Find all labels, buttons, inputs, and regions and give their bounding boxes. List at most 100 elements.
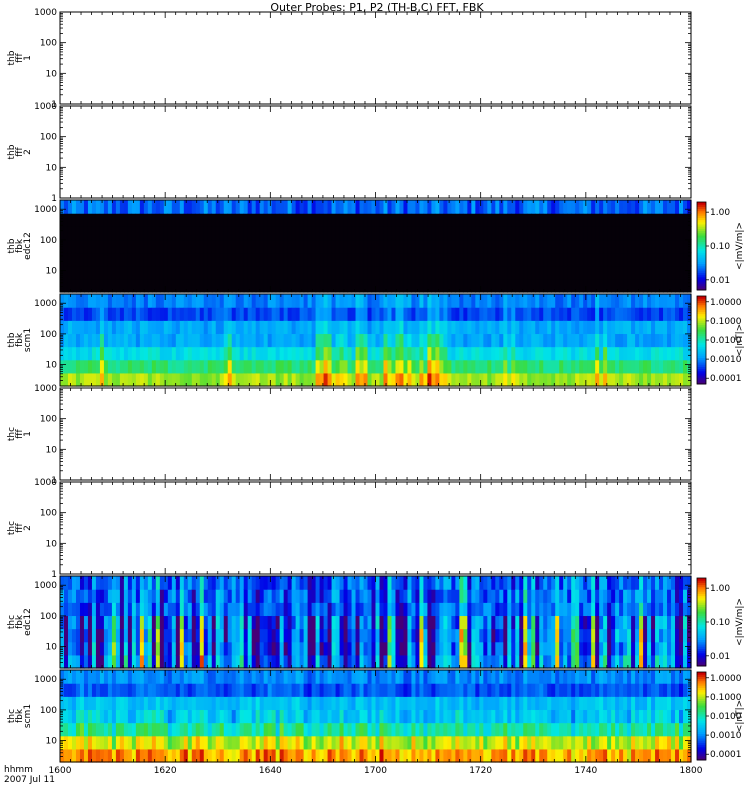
spectrogram-cell	[175, 294, 181, 308]
spectrogram-cell	[655, 602, 660, 617]
spectrogram-cell	[599, 265, 604, 280]
spectrogram-cell	[291, 641, 297, 656]
spectrogram-cell	[63, 602, 69, 617]
spectrogram-cell	[179, 333, 185, 348]
spectrogram-cell	[147, 602, 153, 617]
spectrogram-cell	[395, 333, 401, 348]
spectrogram-cell	[67, 683, 73, 697]
y-tick-label: 100	[40, 509, 57, 519]
spectrogram-cell	[547, 359, 552, 374]
spectrogram-cell	[119, 670, 125, 684]
spectrogram-cell	[231, 294, 237, 308]
spectrogram-cell	[451, 576, 456, 590]
spectrogram-cell	[639, 265, 644, 280]
spectrogram-cell	[367, 615, 373, 630]
spectrogram-cell	[447, 252, 452, 267]
spectrogram-cell	[619, 654, 624, 669]
spectrogram-cell	[215, 615, 221, 630]
spectrogram-cell	[611, 252, 616, 267]
spectrogram-cell	[371, 252, 377, 267]
spectrogram-cell	[355, 252, 361, 267]
spectrogram-cell	[127, 278, 133, 293]
spectrogram-cell	[155, 200, 161, 214]
spectrogram-cell	[515, 359, 520, 374]
panel-thb-fff2: 1101001000thbfff2	[7, 102, 692, 204]
spectrogram-cell	[627, 641, 632, 656]
spectrogram-cell	[207, 239, 213, 254]
spectrogram-cell	[423, 628, 429, 643]
spectrogram-cell	[219, 200, 225, 214]
spectrogram-cell	[471, 320, 476, 335]
spectrogram-cell	[283, 372, 289, 387]
spectrogram-cell	[67, 320, 73, 335]
y-tick-label: 100	[40, 612, 57, 622]
spectrogram-cell	[479, 252, 484, 267]
spectrogram-cell	[367, 226, 373, 241]
spectrogram-cell	[279, 359, 285, 374]
spectrogram-cell	[583, 320, 588, 335]
spectrogram-cell	[583, 346, 588, 361]
spectrogram-cell	[619, 278, 624, 293]
spectrogram-cell	[567, 213, 572, 227]
spectrogram-cell	[163, 683, 169, 697]
spectrogram-cell	[207, 307, 213, 321]
spectrogram-cell	[99, 709, 105, 724]
spectrogram-cell	[123, 722, 129, 737]
spectrogram-cell	[491, 372, 496, 387]
spectrogram-cell	[591, 641, 596, 656]
y-tick-label: 100	[40, 39, 57, 49]
spectrogram-cell	[655, 265, 660, 280]
spectrogram-cell	[391, 372, 397, 387]
spectrogram-cell	[675, 265, 680, 280]
spectrogram-cell	[155, 576, 161, 590]
spectrogram-cell	[367, 265, 373, 280]
spectrogram-cell	[655, 226, 660, 241]
spectrogram-cell	[551, 359, 556, 374]
spectrogram-cell	[131, 200, 137, 214]
spectrogram-cell	[207, 372, 213, 387]
spectrogram-cell	[103, 226, 109, 241]
spectrogram-cell	[179, 683, 185, 697]
spectrogram-cell	[211, 213, 217, 227]
spectrogram-cell	[115, 654, 121, 669]
spectrogram-cell	[587, 641, 592, 656]
spectrogram-cell	[603, 320, 608, 335]
spectrogram-cell	[663, 372, 668, 387]
spectrogram-cell	[83, 722, 89, 737]
spectrogram-cell	[499, 226, 504, 241]
spectrogram-cell	[335, 307, 341, 321]
spectrogram-cell	[431, 278, 436, 293]
spectrogram-cell	[263, 213, 269, 227]
spectrogram-cell	[359, 333, 365, 348]
spectrogram-cell	[567, 252, 572, 267]
spectrogram-cell	[331, 239, 337, 254]
spectrogram-cell	[571, 226, 576, 241]
spectrogram-cell	[587, 294, 592, 308]
spectrogram-cell	[75, 683, 81, 697]
spectrogram-cell	[207, 615, 213, 630]
spectrogram-cell	[75, 602, 81, 617]
spectrogram-cell	[551, 294, 556, 308]
spectrogram-cell	[635, 278, 640, 293]
spectrogram-cell	[207, 320, 213, 335]
spectrogram-cell	[507, 602, 512, 617]
spectrogram-cell	[315, 576, 321, 590]
spectrogram-cell	[303, 359, 309, 374]
spectrogram-cell	[567, 226, 572, 241]
spectrogram-cell	[91, 641, 97, 656]
spectrogram-cell	[659, 359, 664, 374]
spectrogram-cell	[71, 333, 77, 348]
spectrogram-cell	[147, 307, 153, 321]
spectrogram-cell	[391, 226, 397, 241]
spectrogram-cell	[603, 628, 608, 643]
spectrogram-cell	[419, 200, 425, 214]
spectrogram-cell	[487, 333, 492, 348]
spectrogram-cell	[503, 589, 508, 603]
spectrogram-cell	[315, 602, 321, 617]
y-tick-label: 10	[46, 361, 58, 371]
spectrogram-cell	[599, 628, 604, 643]
spectrogram-cell	[623, 294, 628, 308]
spectrogram-cell	[171, 307, 177, 321]
spectrogram-cell	[127, 294, 133, 308]
spectrogram-cell	[371, 359, 377, 374]
